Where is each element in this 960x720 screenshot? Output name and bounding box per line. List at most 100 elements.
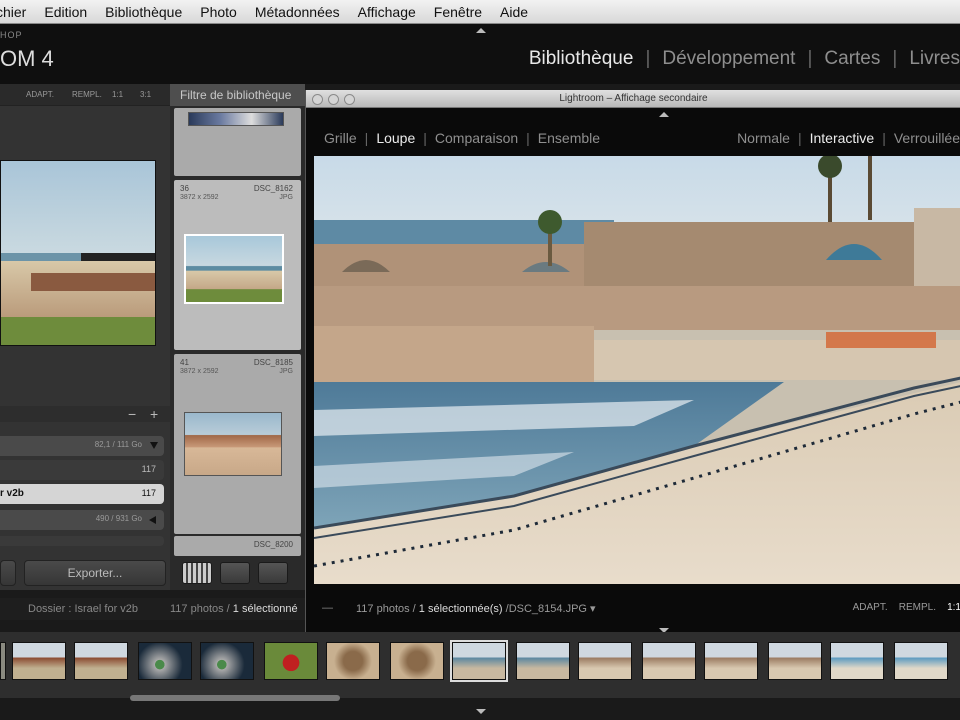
tab-grille[interactable]: Grille <box>324 130 357 146</box>
thumbnail[interactable] <box>184 234 284 304</box>
view-modes: Normale | Interactive | Verrouillée <box>737 130 960 146</box>
menu-edition[interactable]: Edition <box>44 4 87 20</box>
filmstrip-thumb[interactable] <box>326 642 380 680</box>
preview-sand <box>1 261 155 321</box>
filmstrip-thumb[interactable] <box>578 642 632 680</box>
status-selected: 1 sélectionnée(s) <box>418 603 503 615</box>
main-status-bar: Dossier : Israel for v2b 117 photos / 1 … <box>0 598 305 620</box>
menu-fichier[interactable]: chier <box>0 4 26 20</box>
filmstrip-thumb[interactable] <box>516 642 570 680</box>
zoom-rempl[interactable]: REMPL. <box>72 90 102 99</box>
folder-count: 82,1 / 111 Go <box>94 440 142 449</box>
menu-aide[interactable]: Aide <box>500 4 528 20</box>
folder-count: 490 / 931 Go <box>95 514 142 523</box>
filmstrip-thumb[interactable] <box>264 642 318 680</box>
zoom-1-1[interactable]: 1:1 <box>947 602 960 613</box>
folder-path[interactable]: Dossier : Israel for v2b <box>28 603 138 615</box>
cell-filename: DSC_8185 <box>253 358 293 367</box>
filmstrip-thumb[interactable] <box>768 642 822 680</box>
filmstrip-thumb[interactable] <box>138 642 192 680</box>
tab-ensemble[interactable]: Ensemble <box>538 130 600 146</box>
triangle-down-icon[interactable] <box>476 709 486 714</box>
module-cartes[interactable]: Cartes <box>824 48 880 70</box>
folder-row-selected[interactable]: r v2b 117 <box>0 484 164 504</box>
filmstrip-thumb[interactable] <box>642 642 696 680</box>
menu-bar: chier Edition Bibliothèque Photo Métadon… <box>0 0 960 24</box>
cell-dimensions: 3872 x 2592 <box>180 194 219 201</box>
remove-folder-button[interactable]: − <box>128 406 136 422</box>
grid-cell[interactable]: 36 3872 x 2592 DSC_8162 JPG <box>174 180 301 350</box>
filmstrip-thumb[interactable] <box>894 642 948 680</box>
menu-fenetre[interactable]: Fenêtre <box>434 4 482 20</box>
mode-normale[interactable]: Normale <box>737 130 790 146</box>
window-titlebar[interactable]: Lightroom – Affichage secondaire <box>306 90 960 108</box>
module-picker: Bibliothèque | Développement | Cartes | … <box>529 48 960 70</box>
folder-row-drive[interactable]: 490 / 931 Go <box>0 510 164 530</box>
status-info[interactable]: 117 photos / 1 sélectionnée(s) /DSC_8154… <box>356 602 596 615</box>
filmstrip-scrollbar[interactable] <box>130 695 340 701</box>
menu-metadonnees[interactable]: Métadonnées <box>255 4 340 20</box>
tab-loupe[interactable]: Loupe <box>376 130 415 146</box>
zoom-1-1[interactable]: 1:1 <box>112 90 123 99</box>
thumbnail[interactable] <box>184 412 282 476</box>
filmstrip <box>0 632 960 698</box>
filmstrip-thumb[interactable] <box>0 642 6 680</box>
chevron-left-icon[interactable] <box>149 516 156 524</box>
folder-row[interactable] <box>0 536 164 546</box>
menu-photo[interactable]: Photo <box>200 4 237 20</box>
module-bibliotheque[interactable]: Bibliothèque <box>529 48 634 70</box>
photo-count-text: 117 photos / <box>170 603 230 615</box>
grid-cell[interactable] <box>174 108 301 176</box>
triangle-up-icon[interactable] <box>659 112 669 117</box>
status-count: 117 photos / <box>356 603 416 615</box>
add-folder-button[interactable]: + <box>150 406 158 422</box>
folder-row-drive[interactable]: 82,1 / 111 Go <box>0 436 164 456</box>
grid-cell[interactable]: 41 3872 x 2592 DSC_8185 JPG <box>174 354 301 534</box>
status-file[interactable]: /DSC_8154.JPG ▾ <box>506 603 596 615</box>
filmstrip-thumb[interactable] <box>390 642 444 680</box>
zoom-adapt[interactable]: ADAPT. <box>26 90 54 99</box>
menu-affichage[interactable]: Affichage <box>358 4 416 20</box>
grid-view-icon[interactable] <box>182 562 212 584</box>
cell-filetype: JPG <box>279 194 293 201</box>
export-button[interactable]: Exporter... <box>24 560 166 586</box>
tab-comparaison[interactable]: Comparaison <box>435 130 518 146</box>
photo-content <box>314 156 960 584</box>
cell-dimensions: 3872 x 2592 <box>180 368 219 375</box>
preview-sky <box>1 161 155 253</box>
preview-ruin <box>31 273 155 291</box>
loupe-photo[interactable] <box>314 156 960 584</box>
compare-view-icon[interactable] <box>258 562 288 584</box>
module-developpement[interactable]: Développement <box>662 48 795 70</box>
module-separator: | <box>892 48 898 69</box>
identity-title: OM 4 <box>0 46 54 71</box>
zoom-adapt[interactable]: ADAPT. <box>853 602 888 613</box>
grid-cell[interactable]: DSC_8200 <box>174 536 301 556</box>
cell-number: 36 <box>180 184 189 193</box>
zoom-rempl[interactable]: REMPL. <box>899 602 936 613</box>
import-button[interactable] <box>0 560 16 586</box>
filmstrip-thumb[interactable] <box>12 642 66 680</box>
tab-separator: | <box>526 130 530 146</box>
folder-row[interactable]: 117 <box>0 460 164 480</box>
menu-bibliotheque[interactable]: Bibliothèque <box>105 4 182 20</box>
thumbnail[interactable] <box>188 112 284 126</box>
loupe-view-icon[interactable] <box>220 562 250 584</box>
navigator-preview[interactable] <box>0 160 156 346</box>
filmstrip-thumb[interactable] <box>200 642 254 680</box>
filmstrip-thumb[interactable] <box>830 642 884 680</box>
status-zoom: ADAPT. REMPL. 1:1 <box>853 602 960 613</box>
zoom-3-1[interactable]: 3:1 <box>140 90 151 99</box>
library-filter-label[interactable]: Filtre de bibliothèque <box>170 84 305 106</box>
status-dash: — <box>322 602 333 614</box>
mode-interactive[interactable]: Interactive <box>810 130 875 146</box>
mode-verrouillee[interactable]: Verrouillée <box>894 130 960 146</box>
chevron-down-icon[interactable] <box>150 442 158 449</box>
filmstrip-thumb-selected[interactable] <box>450 640 508 682</box>
cell-filetype: JPG <box>279 368 293 375</box>
triangle-up-icon[interactable] <box>476 28 486 33</box>
secondary-status-bar: — 117 photos / 1 sélectionnée(s) /DSC_81… <box>306 600 960 620</box>
module-livres[interactable]: Livres <box>909 48 960 70</box>
filmstrip-thumb[interactable] <box>704 642 758 680</box>
filmstrip-thumb[interactable] <box>74 642 128 680</box>
